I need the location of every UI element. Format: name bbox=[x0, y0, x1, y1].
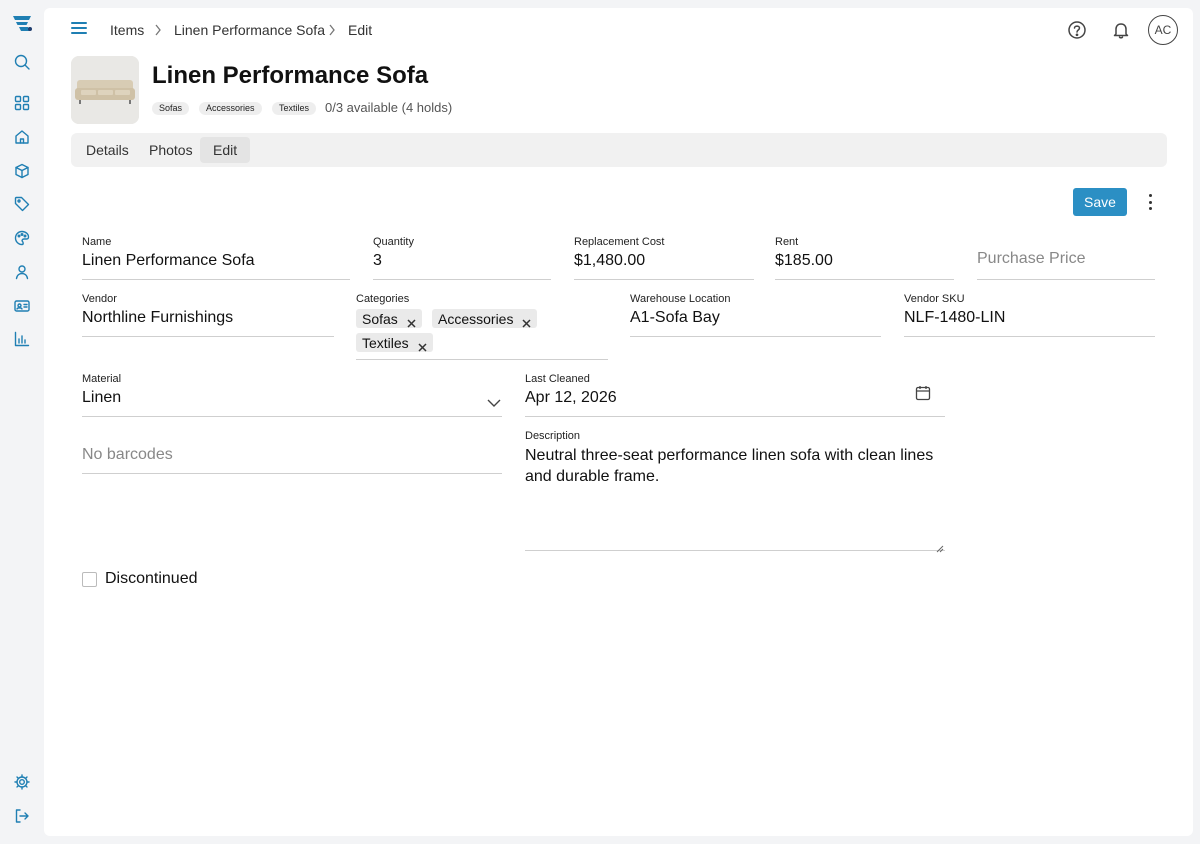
tag-icon[interactable] bbox=[13, 195, 31, 213]
field-label: Rent bbox=[775, 236, 799, 248]
chevron-right-icon bbox=[328, 23, 336, 36]
home-icon[interactable] bbox=[13, 128, 31, 146]
vendor-value: Northline Furnishings bbox=[82, 309, 234, 326]
left-nav-rail bbox=[0, 0, 44, 844]
replacement-cost-value: $1,480.00 bbox=[574, 252, 646, 269]
field-label: Description bbox=[525, 430, 581, 442]
categories-field[interactable]: Categories Sofas Accessories Textiles bbox=[356, 291, 608, 360]
person-icon[interactable] bbox=[13, 263, 31, 281]
field-label: Material bbox=[82, 373, 122, 385]
description-value: Neutral three-seat performance linen sof… bbox=[525, 447, 934, 485]
category-chip-label: Sofas bbox=[362, 310, 398, 327]
remove-category-icon[interactable] bbox=[407, 314, 416, 328]
logout-icon[interactable] bbox=[13, 807, 31, 825]
item-thumbnail bbox=[71, 56, 139, 124]
avatar[interactable]: AC bbox=[1148, 15, 1178, 45]
calendar-icon[interactable] bbox=[915, 385, 931, 401]
palette-icon[interactable] bbox=[13, 229, 31, 247]
material-select[interactable]: Material Linen bbox=[82, 371, 502, 417]
tab-details[interactable]: Details bbox=[73, 137, 142, 163]
tab-bar: Details Photos Edit bbox=[71, 133, 1167, 167]
top-bar: Items Linen Performance Sofa Edit AC bbox=[44, 8, 1193, 52]
field-label: Quantity bbox=[373, 236, 414, 248]
breadcrumb-item[interactable]: Linen Performance Sofa bbox=[174, 22, 325, 38]
field-label: Vendor bbox=[82, 293, 117, 305]
bell-icon[interactable] bbox=[1111, 20, 1131, 40]
name-field[interactable]: Name Linen Performance Sofa bbox=[82, 234, 350, 280]
tag-badge: Sofas bbox=[152, 102, 190, 115]
purchase-price-placeholder: Purchase Price bbox=[977, 250, 1086, 267]
gear-icon[interactable] bbox=[13, 773, 31, 791]
quantity-value: 3 bbox=[373, 252, 382, 269]
vendor-sku-field[interactable]: Vendor SKU NLF-1480-LIN bbox=[904, 291, 1155, 337]
search-icon[interactable] bbox=[13, 53, 31, 71]
name-value: Linen Performance Sofa bbox=[82, 252, 255, 269]
rent-value: $185.00 bbox=[775, 252, 833, 269]
category-chip: Sofas bbox=[356, 309, 422, 328]
vendor-sku-value: NLF-1480-LIN bbox=[904, 309, 1006, 326]
discontinued-checkbox[interactable] bbox=[82, 572, 97, 587]
id-card-icon[interactable] bbox=[13, 297, 31, 315]
vendor-field[interactable]: Vendor Northline Furnishings bbox=[82, 291, 334, 337]
availability-status: 0/3 available (4 holds) bbox=[325, 100, 453, 115]
field-label: Last Cleaned bbox=[525, 373, 590, 385]
main-panel: Items Linen Performance Sofa Edit AC Lin… bbox=[44, 8, 1193, 836]
tag-badge: Accessories bbox=[199, 102, 262, 115]
box-icon[interactable] bbox=[13, 162, 31, 180]
tag-badge: Textiles bbox=[272, 102, 317, 115]
barcodes-field[interactable]: No barcodes bbox=[82, 436, 502, 474]
warehouse-location-field[interactable]: Warehouse Location A1-Sofa Bay bbox=[630, 291, 881, 337]
category-chip-label: Accessories bbox=[438, 310, 514, 327]
tab-edit[interactable]: Edit bbox=[200, 137, 251, 163]
last-cleaned-field[interactable]: Last Cleaned Apr 12, 2026 bbox=[525, 371, 945, 417]
resize-handle-icon[interactable] bbox=[936, 540, 944, 553]
category-chip-label: Textiles bbox=[362, 334, 409, 351]
field-label: Name bbox=[82, 236, 112, 248]
remove-category-icon[interactable] bbox=[418, 338, 427, 352]
material-value: Linen bbox=[82, 389, 122, 406]
field-label: Vendor SKU bbox=[904, 293, 965, 305]
quantity-field[interactable]: Quantity 3 bbox=[373, 234, 551, 280]
tab-photos[interactable]: Photos bbox=[136, 137, 206, 163]
chevron-down-icon[interactable] bbox=[487, 395, 501, 407]
category-chip: Accessories bbox=[432, 309, 538, 328]
bar-chart-icon[interactable] bbox=[13, 330, 31, 348]
more-options-icon[interactable] bbox=[1144, 194, 1156, 210]
save-button[interactable]: Save bbox=[1073, 188, 1127, 216]
barcodes-placeholder: No barcodes bbox=[82, 446, 173, 463]
last-cleaned-value: Apr 12, 2026 bbox=[525, 389, 617, 406]
help-icon[interactable] bbox=[1067, 20, 1087, 40]
breadcrumb-current: Edit bbox=[348, 22, 373, 38]
discontinued-label[interactable]: Discontinued bbox=[105, 570, 198, 588]
rent-field[interactable]: Rent $185.00 bbox=[775, 234, 954, 280]
logo-icon[interactable] bbox=[11, 13, 33, 33]
purchase-price-field[interactable]: Purchase Price bbox=[977, 234, 1155, 280]
page-title: Linen Performance Sofa bbox=[152, 62, 429, 89]
field-label: Warehouse Location bbox=[630, 293, 731, 305]
category-chip: Textiles bbox=[356, 333, 433, 352]
remove-category-icon[interactable] bbox=[522, 314, 531, 328]
menu-icon[interactable] bbox=[71, 22, 87, 36]
field-label: Categories bbox=[356, 293, 410, 305]
field-label: Replacement Cost bbox=[574, 236, 665, 248]
warehouse-location-value: A1-Sofa Bay bbox=[630, 309, 720, 326]
breadcrumb-items[interactable]: Items bbox=[110, 22, 144, 38]
replacement-cost-field[interactable]: Replacement Cost $1,480.00 bbox=[574, 234, 754, 280]
chevron-right-icon bbox=[154, 23, 162, 36]
description-textarea[interactable]: Description Neutral three-seat performan… bbox=[525, 428, 945, 553]
dashboard-icon[interactable] bbox=[13, 94, 31, 112]
